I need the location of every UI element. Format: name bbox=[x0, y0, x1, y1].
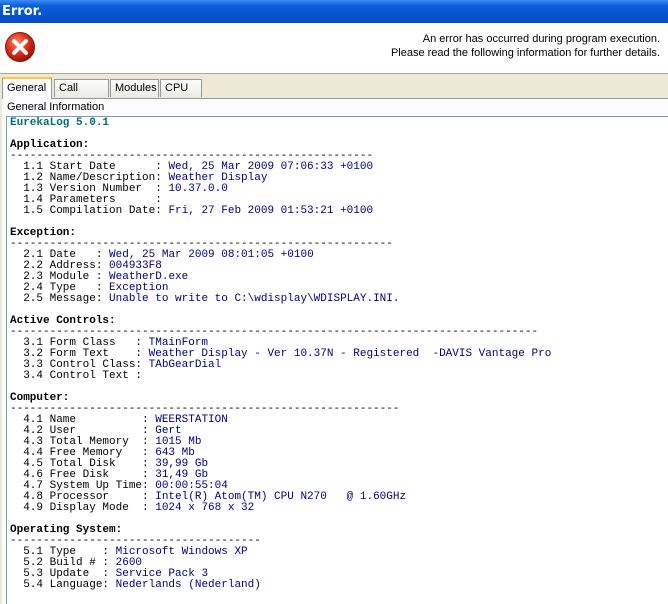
tab-general[interactable]: General bbox=[2, 77, 52, 99]
error-message-line-2: Please read the following information fo… bbox=[390, 47, 660, 59]
title-bar[interactable]: Error. bbox=[0, 0, 668, 23]
error-header: An error has occurred during program exe… bbox=[0, 23, 668, 74]
report-item-line: 1.5 Compilation Date: Fri, 27 Feb 2009 0… bbox=[10, 205, 374, 217]
general-information-label: General Information bbox=[7, 101, 105, 113]
report-blank-line bbox=[10, 217, 668, 228]
error-icon bbox=[5, 32, 35, 62]
tab-cpu[interactable]: CPU bbox=[160, 79, 202, 97]
report-text: EurekaLog 5.0.1 Application: -------------… bbox=[7, 117, 668, 591]
report-blank-line bbox=[10, 129, 668, 140]
report-item-line: 3.4 Control Text : bbox=[10, 370, 149, 382]
report-blank-line bbox=[10, 382, 668, 393]
report-item-line: 4.9 Display Mode : 1024 x 768 x 32 bbox=[10, 502, 255, 514]
error-message-line-1: An error has occurred during program exe… bbox=[422, 33, 660, 45]
tab-modules[interactable]: Modules bbox=[110, 79, 159, 97]
window-title: Error. bbox=[2, 4, 43, 19]
report-item-line: 2.5 Message: Unable to write to C:\wdisp… bbox=[10, 293, 400, 305]
tab-panel-general: General Information EurekaLog 5.0.1 Appli… bbox=[2, 99, 668, 604]
tab-call-stack[interactable]: Call Stack bbox=[54, 79, 109, 111]
report-item-line: 5.4 Language: Nederlands (Nederland) bbox=[10, 579, 261, 591]
report-text-area[interactable]: EurekaLog 5.0.1 Application: -------------… bbox=[6, 116, 668, 604]
error-message: An error has occurred during program exe… bbox=[391, 32, 660, 60]
report-product-line: EurekaLog 5.0.1 bbox=[10, 117, 110, 129]
